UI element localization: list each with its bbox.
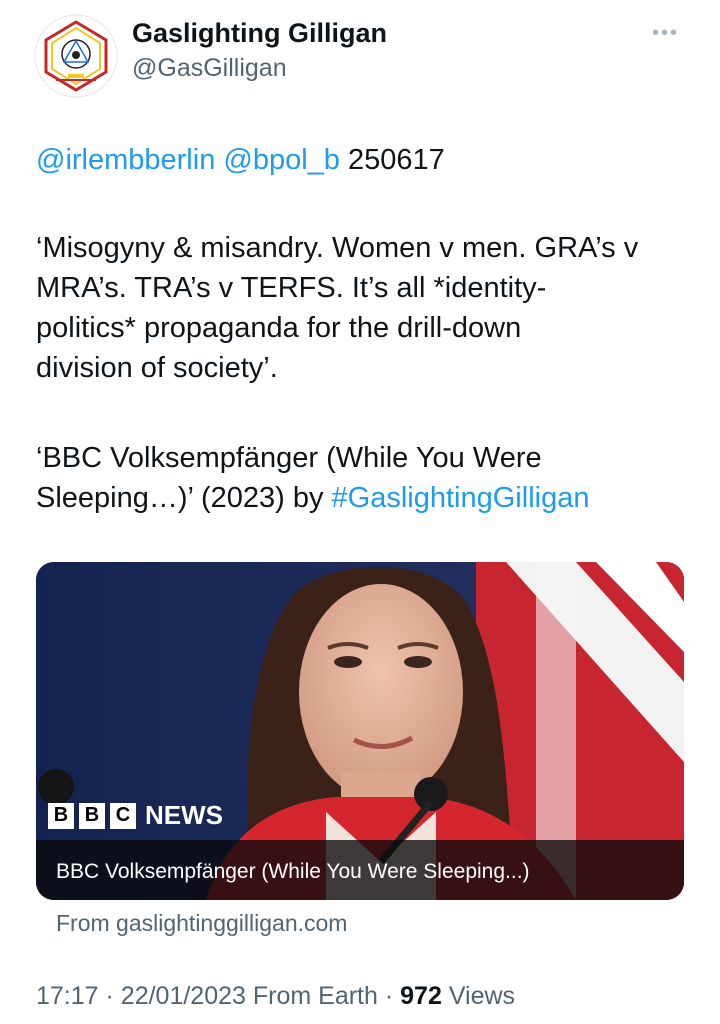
logo-emblem-icon [34,14,118,98]
card-source[interactable]: From gaslightinggilligan.com [56,910,347,937]
mention-link[interactable]: @bpol_b [223,144,340,176]
quote-line: ‘Misogyny & misandry. Women v men. GRA’s… [36,232,639,264]
user-handle[interactable]: @GasGilligan [132,54,287,83]
views-count[interactable]: 972 [400,982,442,1010]
meta-separator: · [105,982,114,1010]
title-line: ‘BBC Volksempfänger (While You Were [36,442,542,474]
title-line-text: Sleeping…)’ (2023) by [36,482,324,514]
tweet-mentions-line: @irlembberlin @bpol_b 250617 [36,140,696,180]
avatar[interactable] [34,14,118,98]
bbc-logo-letter: C [110,802,136,829]
more-horizontal-icon[interactable]: ••• [652,22,679,45]
tweet-time[interactable]: 17:17 [36,982,99,1010]
tweet-code: 250617 [347,144,445,176]
quote-line: division of society’. [36,352,278,384]
bbc-logo-letter: B [79,802,105,829]
bbc-logo-letter: B [48,802,74,829]
tweet-title: ‘BBC Volksempfänger (While You Were Slee… [36,438,696,518]
quote-line: MRA’s. TRA’s v TERFS. It’s all *identity… [36,272,547,304]
hashtag-link[interactable]: #GaslightingGilligan [332,482,590,514]
display-name[interactable]: Gaslighting Gilligan [132,18,387,49]
tweet-quote: ‘Misogyny & misandry. Women v men. GRA’s… [36,228,696,388]
bbc-news-logo: B B C NEWS [48,800,223,831]
quote-line: politics* propaganda for the drill-down [36,312,522,344]
mention-link[interactable]: @irlembberlin [36,144,215,176]
bbc-logo-word: NEWS [145,800,223,830]
tweet-client: From Earth [252,982,378,1010]
title-line: Sleeping…)’ (2023) by #GaslightingGillig… [36,478,696,518]
views-label[interactable]: Views [449,982,515,1010]
card-caption[interactable]: BBC Volksempfänger (While You Were Sleep… [56,860,530,884]
tweet-date[interactable]: 22/01/2023 [121,982,246,1010]
link-card[interactable]: B B C NEWS BBC Volksempfänger (While You… [36,562,684,900]
tweet-meta: 17:17 · 22/01/2023 From Earth · 972 View… [36,982,515,1011]
meta-separator: · [384,982,394,1010]
